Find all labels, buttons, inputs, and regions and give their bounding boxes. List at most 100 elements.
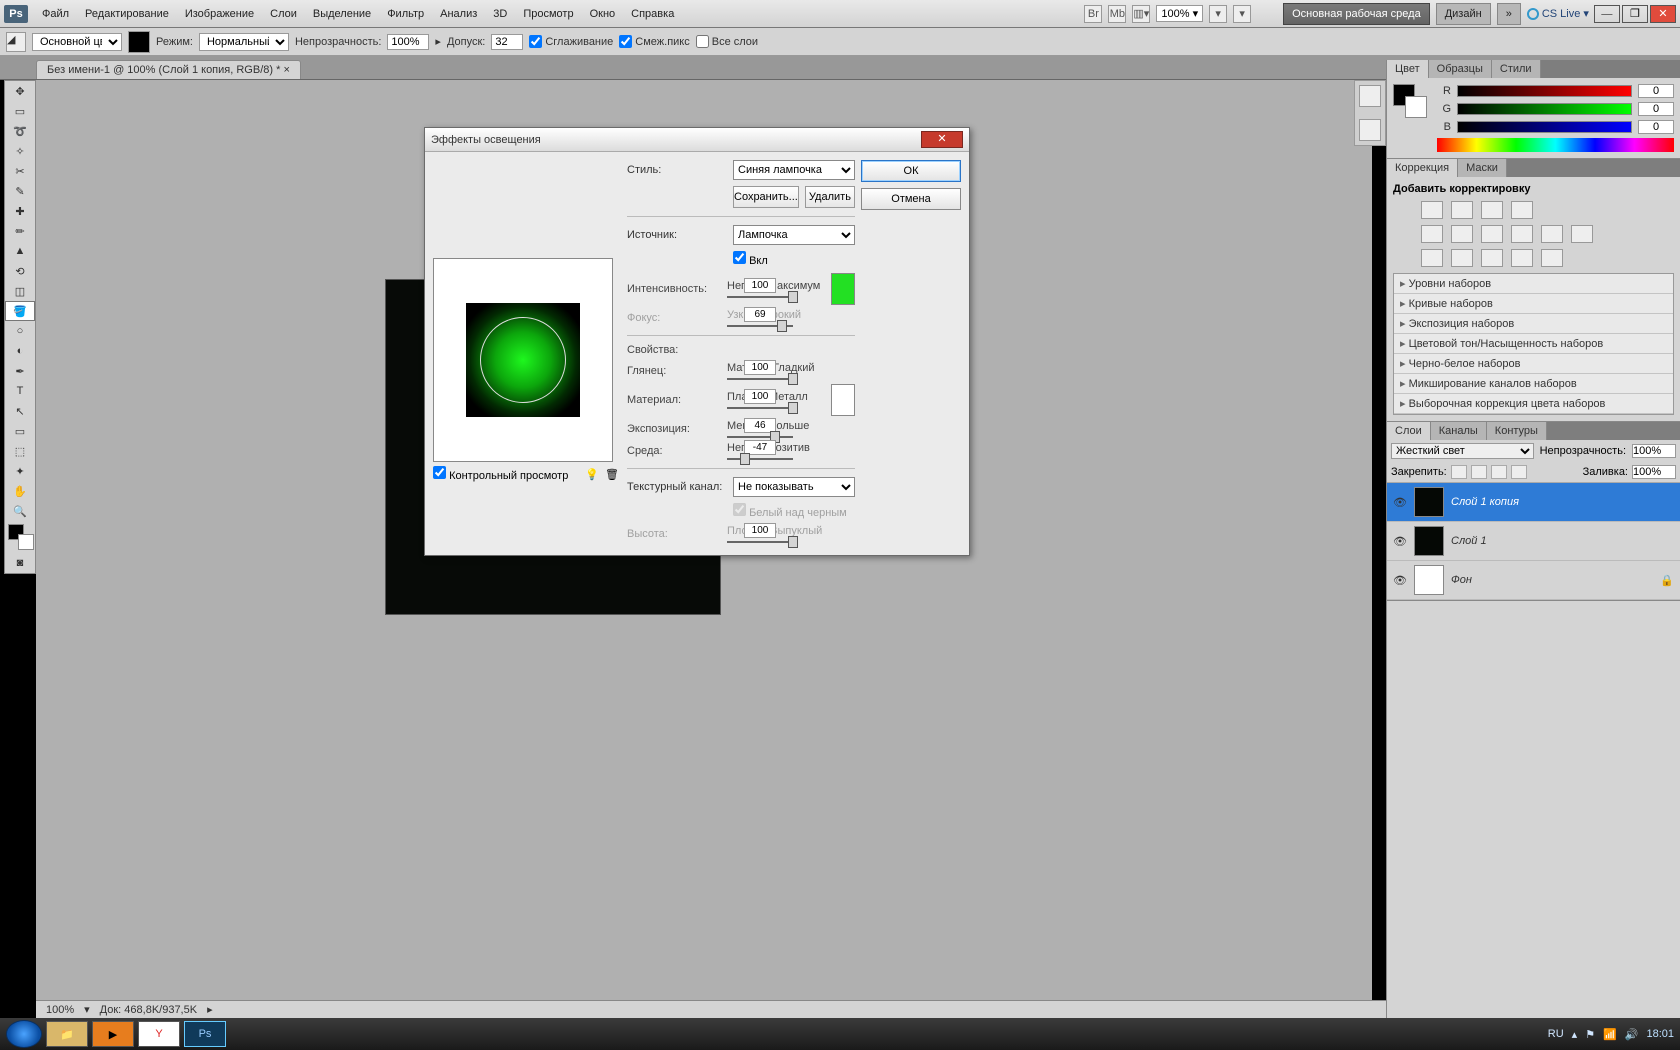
alllayers-checkbox[interactable] <box>696 35 709 48</box>
hand-tool[interactable]: ✋ <box>5 481 35 501</box>
preset-item[interactable]: Экспозиция наборов <box>1394 314 1673 334</box>
tool-preset-icon[interactable]: ◢ <box>6 32 26 52</box>
contiguous-checkbox[interactable] <box>619 35 632 48</box>
exposure-slider[interactable] <box>727 436 793 438</box>
b-input[interactable] <box>1638 120 1674 134</box>
wand-tool[interactable]: ✧ <box>5 141 35 161</box>
menu-analysis[interactable]: Анализ <box>432 8 485 20</box>
history-brush-tool[interactable]: ⟲ <box>5 261 35 281</box>
taskbar-photoshop[interactable]: Ps <box>184 1021 226 1047</box>
delete-light-icon[interactable]: 🗑 <box>605 468 619 481</box>
tab-channels[interactable]: Каналы <box>1431 422 1487 440</box>
cancel-button[interactable]: Отмена <box>861 188 961 210</box>
stamp-tool[interactable]: ▲ <box>5 241 35 261</box>
adj-icon[interactable] <box>1481 249 1503 267</box>
visibility-icon[interactable]: 👁 <box>1393 535 1407 548</box>
brush-tool[interactable]: ✏ <box>5 221 35 241</box>
workspace-design[interactable]: Дизайн <box>1436 3 1491 25</box>
preset-item[interactable]: Цветовой тон/Насыщенность наборов <box>1394 334 1673 354</box>
maximize-button[interactable]: ❐ <box>1622 5 1648 23</box>
cslive-button[interactable]: CS Live ▾ <box>1527 7 1589 20</box>
blend-mode-select[interactable]: Жесткий свет <box>1391 443 1534 459</box>
layer-name[interactable]: Слой 1 копия <box>1451 496 1674 508</box>
zoom-tool[interactable]: 🔍 <box>5 501 35 521</box>
tray-network-icon[interactable]: 📶 <box>1603 1028 1617 1041</box>
tab-swatches[interactable]: Образцы <box>1429 60 1492 78</box>
adj-icon[interactable] <box>1511 201 1533 219</box>
foreground-select[interactable]: Основной цвет <box>32 33 122 51</box>
layer-row[interactable]: 👁 Слой 1 <box>1387 522 1680 561</box>
menu-3d[interactable]: 3D <box>485 8 515 20</box>
delete-button[interactable]: Удалить <box>805 186 855 208</box>
healing-tool[interactable]: ✚ <box>5 201 35 221</box>
lock-all-icon[interactable] <box>1511 465 1527 479</box>
taskbar-media[interactable]: ▶ <box>92 1021 134 1047</box>
g-input[interactable] <box>1638 102 1674 116</box>
visibility-icon[interactable]: 👁 <box>1393 496 1407 509</box>
intensity-input[interactable] <box>744 278 776 293</box>
adj-icon[interactable] <box>1421 201 1443 219</box>
move-tool[interactable]: ✥ <box>5 81 35 101</box>
g-slider[interactable] <box>1457 103 1632 115</box>
taskbar-yandex[interactable]: Y <box>138 1021 180 1047</box>
tray-sound-icon[interactable]: 🔊 <box>1625 1028 1639 1041</box>
gloss-input[interactable] <box>744 360 776 375</box>
tray-flag-icon[interactable]: ⚑ <box>1585 1028 1595 1041</box>
tab-correction[interactable]: Коррекция <box>1387 159 1458 177</box>
bucket-tool[interactable]: 🪣 <box>5 301 35 321</box>
b-slider[interactable] <box>1457 121 1632 133</box>
dialog-close-button[interactable]: ✕ <box>921 131 963 148</box>
texchan-select[interactable]: Не показывать <box>733 477 855 497</box>
tab-masks[interactable]: Маски <box>1458 159 1507 177</box>
save-button[interactable]: Сохранить... <box>733 186 799 208</box>
visibility-icon[interactable]: 👁 <box>1393 574 1407 587</box>
on-checkbox[interactable] <box>733 251 746 264</box>
menu-file[interactable]: Файл <box>34 8 77 20</box>
close-button[interactable]: ✕ <box>1650 5 1676 23</box>
adj-icon[interactable] <box>1571 225 1593 243</box>
3d-tool[interactable]: ⬚ <box>5 441 35 461</box>
screenmode-icon[interactable]: ▾ <box>1209 5 1227 23</box>
layer-row[interactable]: 👁 Фон 🔒 <box>1387 561 1680 600</box>
spectrum-bar[interactable] <box>1437 138 1674 152</box>
minibridge-icon[interactable]: Mb <box>1108 5 1126 23</box>
preview-area[interactable] <box>433 258 613 462</box>
layer-opacity-input[interactable] <box>1632 444 1676 458</box>
taskbar-explorer[interactable]: 📁 <box>46 1021 88 1047</box>
adj-icon[interactable] <box>1451 249 1473 267</box>
material-slider[interactable] <box>727 407 793 409</box>
focus-slider[interactable] <box>727 325 793 327</box>
eraser-tool[interactable]: ◫ <box>5 281 35 301</box>
crop-tool[interactable]: ✂ <box>5 161 35 181</box>
extras-icon[interactable]: ▾ <box>1233 5 1251 23</box>
document-tab[interactable]: Без имени-1 @ 100% (Слой 1 копия, RGB/8)… <box>36 60 301 79</box>
light-color-swatch[interactable] <box>831 273 855 305</box>
tab-layers[interactable]: Слои <box>1387 422 1431 440</box>
menu-window[interactable]: Окно <box>582 8 624 20</box>
tab-styles[interactable]: Стили <box>1492 60 1541 78</box>
bridge-icon[interactable]: Br <box>1084 5 1102 23</box>
adj-icon[interactable] <box>1481 225 1503 243</box>
doc-close-icon[interactable]: × <box>283 64 289 76</box>
pen-tool[interactable]: ✒ <box>5 361 35 381</box>
fill-swatch[interactable] <box>128 31 150 53</box>
lock-pixels-icon[interactable] <box>1471 465 1487 479</box>
marquee-tool[interactable]: ▭ <box>5 101 35 121</box>
layer-name[interactable]: Слой 1 <box>1451 535 1674 547</box>
tray-clock[interactable]: 18:01 <box>1646 1028 1674 1040</box>
eyedropper-tool[interactable]: ✎ <box>5 181 35 201</box>
tab-color[interactable]: Цвет <box>1387 60 1429 78</box>
focus-input[interactable] <box>744 307 776 322</box>
status-zoom[interactable]: 100% <box>46 1004 74 1016</box>
height-input[interactable] <box>744 523 776 538</box>
menu-edit[interactable]: Редактирование <box>77 8 177 20</box>
workspace-more[interactable]: » <box>1497 3 1521 25</box>
adj-icon[interactable] <box>1451 201 1473 219</box>
adj-icon[interactable] <box>1541 225 1563 243</box>
tolerance-input[interactable] <box>491 34 523 50</box>
ambience-slider[interactable] <box>727 458 793 460</box>
minimize-button[interactable]: — <box>1594 5 1620 23</box>
tray-lang[interactable]: RU <box>1548 1028 1564 1040</box>
lock-position-icon[interactable] <box>1491 465 1507 479</box>
preset-item[interactable]: Черно-белое наборов <box>1394 354 1673 374</box>
